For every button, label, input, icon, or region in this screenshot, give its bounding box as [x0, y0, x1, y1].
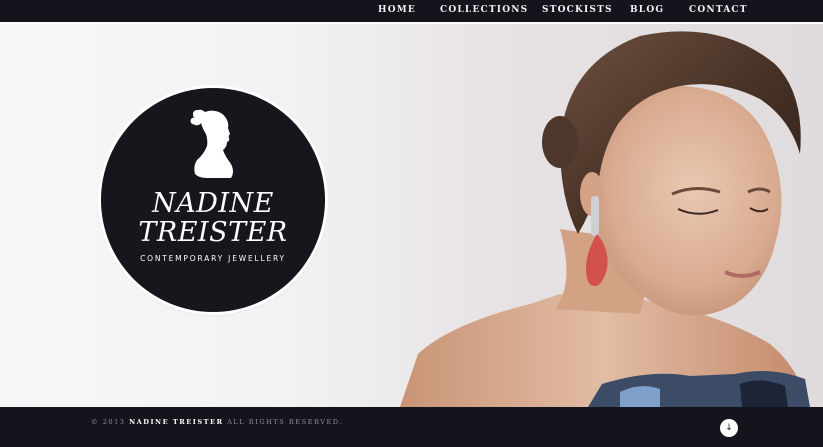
nav-home[interactable]: HOME — [378, 5, 416, 15]
nav-collections[interactable]: COLLECTIONS — [440, 5, 528, 15]
brand-name-line1: NADINE — [152, 188, 274, 219]
model-hair-bun — [542, 116, 578, 168]
footer-brand: NADINE TREISTER — [129, 418, 224, 426]
top-nav-bar: HOME COLLECTIONS STOCKISTS BLOG CONTACT — [0, 0, 823, 24]
scroll-down-button[interactable]: ↓ — [720, 419, 738, 437]
footer-bar: © 2013 NADINE TREISTER ALL RIGHTS RESERV… — [0, 407, 823, 447]
brand-name-line2: TREISTER — [138, 217, 288, 248]
rights-text: ALL RIGHTS RESERVED. — [227, 418, 343, 426]
nav-contact[interactable]: CONTACT — [689, 5, 748, 15]
woman-silhouette-icon — [190, 109, 233, 178]
hero-banner: NADINE TREISTER CONTEMPORARY JEWELLERY — [0, 24, 823, 407]
copyright-text: © 2013 NADINE TREISTER ALL RIGHTS RESERV… — [91, 418, 343, 426]
brand-logo[interactable]: NADINE TREISTER CONTEMPORARY JEWELLERY — [101, 88, 325, 312]
main-nav: HOME COLLECTIONS STOCKISTS BLOG CONTACT — [0, 0, 823, 22]
arrow-down-icon: ↓ — [725, 423, 733, 433]
brand-tagline: CONTEMPORARY JEWELLERY — [140, 254, 286, 263]
nav-stockists[interactable]: STOCKISTS — [542, 5, 613, 15]
nav-blog[interactable]: BLOG — [630, 5, 664, 15]
earring-stem — [591, 196, 599, 236]
copyright-year: © 2013 — [91, 418, 126, 426]
